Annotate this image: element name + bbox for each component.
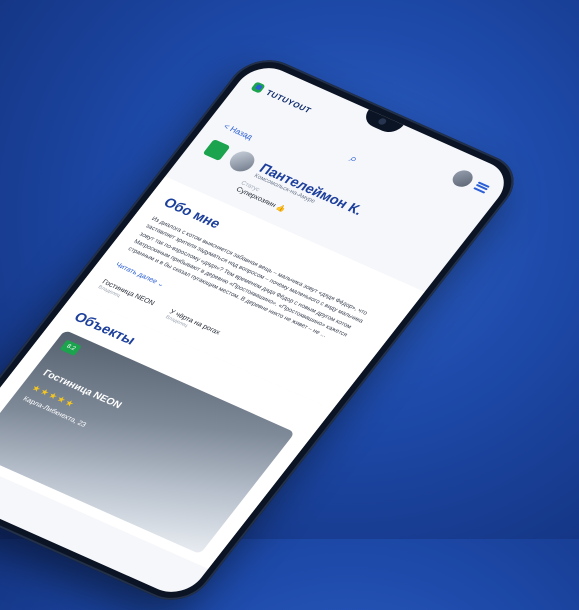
user-avatar[interactable]	[448, 167, 477, 190]
hotel-rating-badge: 8.2	[59, 340, 82, 357]
search-icon[interactable]: ⌕	[346, 152, 361, 166]
phone-mockup: TUTUYOUT ⌕ < Назад Пантелеймон К. Комсом…	[0, 49, 529, 610]
menu-icon[interactable]	[473, 181, 491, 194]
rating-badge	[202, 139, 231, 162]
brand-mark-icon	[250, 81, 266, 94]
owned-object-item[interactable]: Гостиница NEON Владелец	[96, 279, 155, 312]
profile-avatar	[225, 148, 260, 175]
phone-screen: TUTUYOUT ⌕ < Назад Пантелеймон К. Комсом…	[0, 59, 516, 601]
owned-object-item[interactable]: У чёрта на рогах Владелец	[164, 309, 222, 341]
